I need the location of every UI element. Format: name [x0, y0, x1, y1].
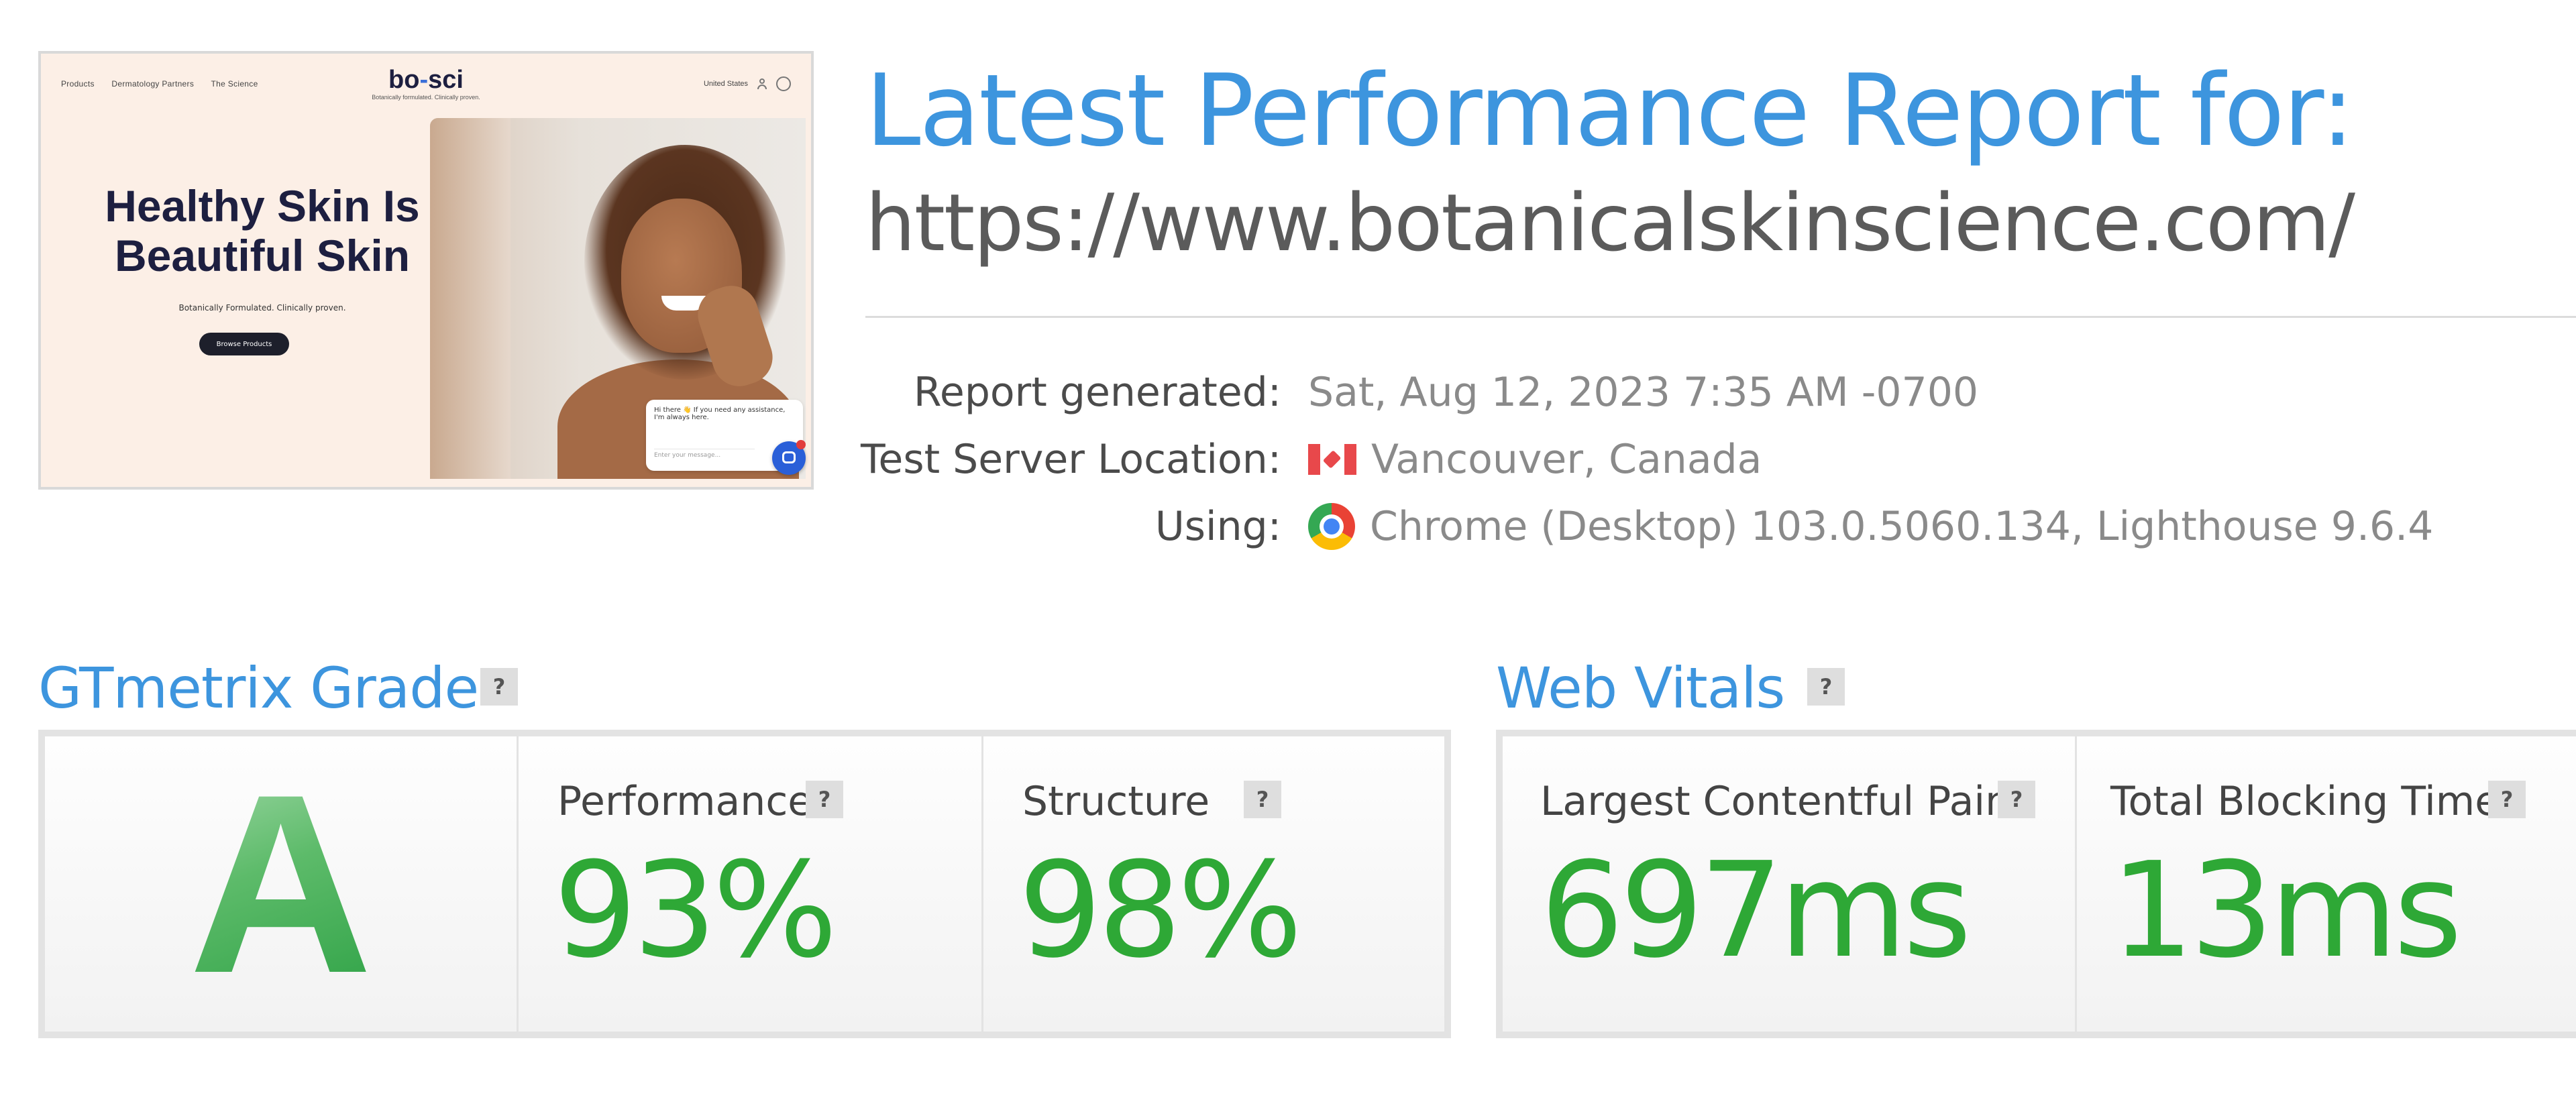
browser-text: Chrome (Desktop) 103.0.5060.134, Lightho…	[1370, 503, 2434, 550]
canada-flag-icon	[1308, 444, 1356, 475]
grade-help-icon[interactable]: ?	[480, 668, 518, 706]
tbt-value: 13ms	[2110, 834, 2462, 987]
report-page: Products Dermatology Partners The Scienc…	[0, 0, 2576, 1114]
meta-value: Chrome (Desktop) 103.0.5060.134, Lightho…	[1308, 503, 2433, 550]
meta-value: Sat, Aug 12, 2023 7:35 AM -0700	[1308, 369, 1978, 416]
site-screenshot-thumbnail[interactable]: Products Dermatology Partners The Scienc…	[38, 51, 814, 490]
chrome-icon	[1308, 503, 1355, 550]
web-vitals-panel: Largest Contentful Paint ? 697ms Total B…	[1496, 730, 2576, 1038]
meta-row-location: Test Server Location: Vancouver, Canada	[861, 429, 2576, 496]
header-divider	[865, 316, 2576, 318]
cart-icon	[776, 76, 791, 91]
meta-row-using: Using: Chrome (Desktop) 103.0.5060.134, …	[865, 496, 2576, 563]
location-text: Vancouver, Canada	[1371, 436, 1762, 483]
page-title: Latest Performance Report for:	[865, 53, 2355, 168]
thumbnail-subline: Botanically Formulated. Clinically prove…	[178, 303, 346, 313]
notification-dot-icon	[796, 440, 806, 449]
headline-line: Healthy Skin Is	[105, 181, 420, 231]
lcp-label: Largest Contentful Paint	[1540, 778, 2027, 825]
grade-letter: A	[45, 757, 517, 1011]
tbt-help-icon[interactable]: ?	[2488, 781, 2526, 818]
thumbnail-nav-right: United States	[704, 76, 791, 91]
thumbnail-tagline: Botanically formulated. Clinically prove…	[372, 94, 480, 101]
chat-input: Enter your message...	[654, 449, 755, 464]
user-icon	[757, 78, 767, 89]
lcp-help-icon[interactable]: ?	[1998, 781, 2035, 818]
logo-dash: -	[419, 66, 429, 94]
performance-help-icon[interactable]: ?	[806, 781, 843, 818]
meta-row-report-generated: Report generated: Sat, Aug 12, 2023 7:35…	[865, 362, 2576, 429]
thumbnail-region: United States	[703, 80, 748, 88]
tbt-cell: Total Blocking Time ? 13ms	[2075, 736, 2576, 1032]
structure-label: Structure	[1022, 778, 1210, 825]
structure-value: 98%	[1018, 834, 1303, 987]
report-date: Sat, Aug 12, 2023 7:35 AM -0700	[1308, 369, 1979, 416]
headline-line: Beautiful Skin	[114, 231, 411, 280]
chat-message: Hi there 👋 If you need any assistance, I…	[654, 406, 786, 421]
performance-cell: Performance ? 93%	[517, 736, 981, 1032]
performance-value: 93%	[553, 834, 838, 987]
performance-label: Performance	[557, 778, 813, 825]
meta-label: Test Server Location:	[860, 436, 1281, 483]
thumbnail-browse-button: Browse Products	[199, 333, 289, 355]
tbt-label: Total Blocking Time	[2110, 778, 2500, 825]
gtmetrix-grade-title: GTmetrix Grade	[38, 655, 479, 721]
vitals-help-icon[interactable]: ?	[1807, 668, 1845, 706]
thumbnail-logo: bo-sci	[41, 66, 811, 95]
structure-help-icon[interactable]: ?	[1244, 781, 1281, 818]
grade-cell: A	[45, 736, 517, 1032]
thumbnail-nav: Products Dermatology Partners The Scienc…	[41, 54, 811, 114]
meta-label: Using:	[1155, 503, 1281, 550]
gtmetrix-grade-panel: A Performance ? 93% Structure ? 98%	[38, 730, 1451, 1038]
logo-part: bo	[388, 66, 420, 94]
report-meta: Report generated: Sat, Aug 12, 2023 7:35…	[861, 362, 2576, 563]
meta-label: Report generated:	[913, 369, 1281, 416]
logo-part: sci	[428, 66, 464, 94]
photo-blur	[430, 118, 511, 479]
lcp-cell: Largest Contentful Paint ? 697ms	[1503, 736, 2075, 1032]
report-url[interactable]: https://www.botanicalskinscience.com/	[865, 176, 2355, 270]
web-vitals-title: Web Vitals	[1496, 655, 1785, 721]
lcp-value: 697ms	[1540, 834, 1972, 987]
structure-cell: Structure ? 98%	[981, 736, 1444, 1032]
thumbnail-headline: Healthy Skin Is Beautiful Skin	[68, 181, 457, 280]
meta-value: Vancouver, Canada	[1308, 436, 1762, 483]
